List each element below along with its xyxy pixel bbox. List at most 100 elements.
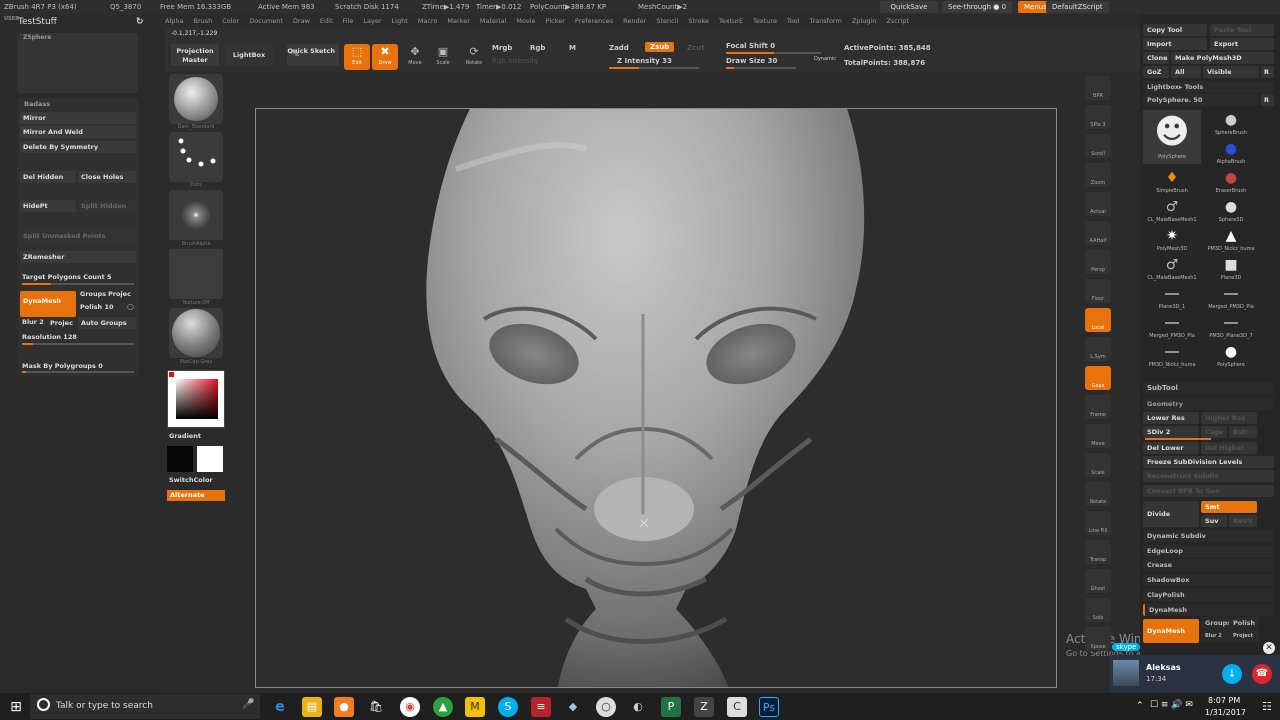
alpha-thumbnail[interactable] — [169, 190, 223, 240]
subtool-header[interactable]: SubTool — [1143, 382, 1274, 394]
tool-thumbnail[interactable]: ☻ PolySphere — [1143, 110, 1201, 164]
menu-item[interactable]: Preferences — [575, 17, 613, 25]
tool-thumbnail[interactable]: ✷ PolyMesh3D — [1143, 226, 1201, 254]
reconstruct-subdiv-button[interactable]: Reconstruct Subdiv — [1143, 470, 1274, 482]
shelf-button[interactable]: Frame — [1085, 395, 1111, 419]
mrgb-button[interactable]: Mrgb — [492, 44, 512, 52]
z-intensity-slider[interactable]: Z Intensity 33 — [617, 57, 672, 65]
make-polymesh-button[interactable]: Make PolyMesh3D — [1171, 52, 1274, 64]
tool-thumbnail[interactable]: ♦ SimpleBrush — [1143, 168, 1201, 196]
convert-bpr-button[interactable]: Convert BPR To Geo — [1143, 485, 1274, 497]
zremesher-button[interactable]: ZRemesher — [20, 251, 136, 263]
rgb-intensity-slider[interactable]: Rgb Intensity — [492, 57, 538, 65]
project-toggle-right[interactable]: Project — [1229, 630, 1259, 642]
blur-slider-right[interactable]: Blur 2 — [1201, 630, 1229, 642]
sdiv-slider[interactable]: SDiv 2 — [1143, 426, 1199, 438]
claypolish-header[interactable]: ClayPolish — [1143, 589, 1274, 601]
skype-call-notification[interactable]: skype ✕ Aleksas 17:34 ↓ ☎ — [1110, 642, 1280, 693]
paste-tool-button[interactable]: Paste Tool — [1210, 24, 1274, 36]
mirror-button[interactable]: Mirror — [20, 112, 136, 124]
split-hidden-button[interactable]: Split Hidden — [78, 200, 136, 212]
lower-res-button[interactable]: Lower Res — [1143, 412, 1199, 424]
rstr-button[interactable]: Rstr — [1229, 426, 1257, 438]
zadd-button[interactable]: Zadd — [609, 44, 629, 52]
menu-item[interactable]: Zplugin — [852, 17, 877, 25]
clock-date[interactable]: 1/31/2017 — [1205, 708, 1246, 717]
alternate-button[interactable]: Alternate — [167, 490, 225, 501]
target-polygons-slider[interactable]: Target Polygons Count 5 — [22, 273, 112, 281]
resolution-track[interactable] — [22, 343, 134, 345]
shelf-button[interactable]: AAHalf — [1085, 221, 1111, 245]
zsphere-preview[interactable]: ZSphere — [17, 33, 138, 93]
polish-slider[interactable]: Polish 10 — [80, 303, 114, 311]
shelf-button[interactable]: Move — [1085, 424, 1111, 448]
shelf-button[interactable]: Solo — [1085, 598, 1111, 622]
geometry-header[interactable]: Geometry — [1143, 398, 1274, 410]
tool-thumbnail[interactable]: ― Merged_PM3D_Pla — [1143, 313, 1201, 341]
move-tool-button[interactable]: ✥ Move — [402, 44, 428, 70]
tool-thumbnail[interactable]: ― PM3D_Nickz_huma — [1143, 342, 1201, 370]
main-color-swatch[interactable] — [197, 446, 223, 472]
clock-time[interactable]: 8:07 PM — [1208, 696, 1240, 705]
shelf-button[interactable]: Gxyz — [1085, 366, 1111, 390]
clone-button[interactable]: Clone — [1143, 52, 1169, 64]
goz-visible-button[interactable]: Visible — [1203, 66, 1259, 78]
freeze-subdivision-button[interactable]: Freeze SubDivision Levels — [1143, 456, 1274, 468]
photoshop-icon[interactable]: Ps — [759, 697, 779, 717]
tray-icons[interactable]: ☐ ≡ 🔊 ✉ — [1150, 700, 1193, 710]
cage-button[interactable]: Cage — [1201, 426, 1227, 438]
higher-res-button[interactable]: Higher Res — [1201, 412, 1257, 424]
dynamesh-header[interactable]: DynaMesh — [1143, 604, 1274, 616]
goz-r-button[interactable]: R — [1261, 66, 1274, 78]
menu-item[interactable]: Render — [623, 17, 646, 25]
zcut-button[interactable]: Zcut — [687, 44, 705, 52]
green-app-icon[interactable]: ▲ — [433, 697, 453, 717]
texture-thumbnail[interactable] — [169, 249, 223, 299]
shelf-button[interactable]: Persp — [1085, 250, 1111, 274]
resolution-slider[interactable]: Resolution 128 — [22, 333, 77, 341]
current-tool-slider[interactable]: PolySphere. 50 — [1143, 94, 1258, 106]
cortana-search-box[interactable]: Talk or type to search 🎤 — [30, 694, 260, 719]
shelf-button[interactable]: Ghost — [1085, 569, 1111, 593]
store-icon[interactable]: 🛍 — [366, 697, 386, 717]
menu-item[interactable]: Draw — [293, 17, 310, 25]
round-app-icon[interactable]: ○ — [596, 697, 616, 717]
yellow-app-icon[interactable]: M — [465, 697, 485, 717]
tray-chevron-icon[interactable]: ⌃ — [1136, 701, 1144, 711]
sdiv-track[interactable] — [1145, 438, 1211, 440]
shelf-button[interactable]: Scroll — [1085, 134, 1111, 158]
draw-tool-button[interactable]: ✖ Draw — [372, 44, 398, 70]
focal-shift-slider[interactable]: Focal Shift 0 — [726, 42, 775, 50]
scale-tool-button[interactable]: ▣ Scale — [430, 44, 456, 70]
tool-thumbnail[interactable]: ♂ CL_MaleBaseMesh1 — [1143, 255, 1201, 283]
material-thumbnail[interactable] — [169, 308, 223, 358]
download-icon[interactable]: ↓ — [1222, 664, 1242, 684]
shelf-button[interactable]: Line Fill PolyF — [1085, 511, 1111, 535]
switch-color-button[interactable]: SwitchColor — [169, 476, 213, 484]
secondary-color-swatch[interactable] — [167, 446, 193, 472]
rgb-button[interactable]: Rgb — [530, 44, 545, 52]
color-picker[interactable] — [167, 370, 225, 428]
polish-toggle-icon[interactable]: ○ — [127, 302, 134, 311]
document-viewport[interactable] — [255, 108, 1057, 688]
shelf-button[interactable]: Xpose — [1085, 627, 1111, 651]
microphone-icon[interactable]: 🎤 — [242, 699, 254, 710]
shadowbox-header[interactable]: ShadowBox — [1143, 574, 1274, 586]
blender-icon[interactable]: ◐ — [628, 697, 648, 717]
del-higher-button[interactable]: Del Higher — [1201, 442, 1257, 454]
focal-shift-track[interactable] — [726, 52, 821, 54]
menu-item[interactable]: Light — [392, 17, 408, 25]
tool-thumbnail[interactable]: ♂ CL_MaleBaseMesh1 — [1143, 197, 1201, 225]
gradient-toggle[interactable]: Gradient — [169, 432, 201, 440]
menu-item[interactable]: Color — [222, 17, 239, 25]
dynamesh-button-right[interactable]: DynaMesh — [1143, 619, 1199, 643]
menu-item[interactable]: Document — [249, 17, 283, 25]
projection-master-button[interactable]: Projection Master — [171, 44, 219, 66]
auto-groups-button[interactable]: Auto Groups — [78, 317, 136, 329]
shelf-button[interactable]: SPix 3 — [1085, 105, 1111, 129]
z-intensity-track[interactable] — [609, 67, 699, 69]
menu-item[interactable]: Stroke — [688, 17, 709, 25]
shelf-button[interactable]: BPR — [1085, 76, 1111, 100]
close-icon[interactable]: ✕ — [1263, 642, 1275, 654]
color-picker-square[interactable] — [176, 379, 218, 419]
